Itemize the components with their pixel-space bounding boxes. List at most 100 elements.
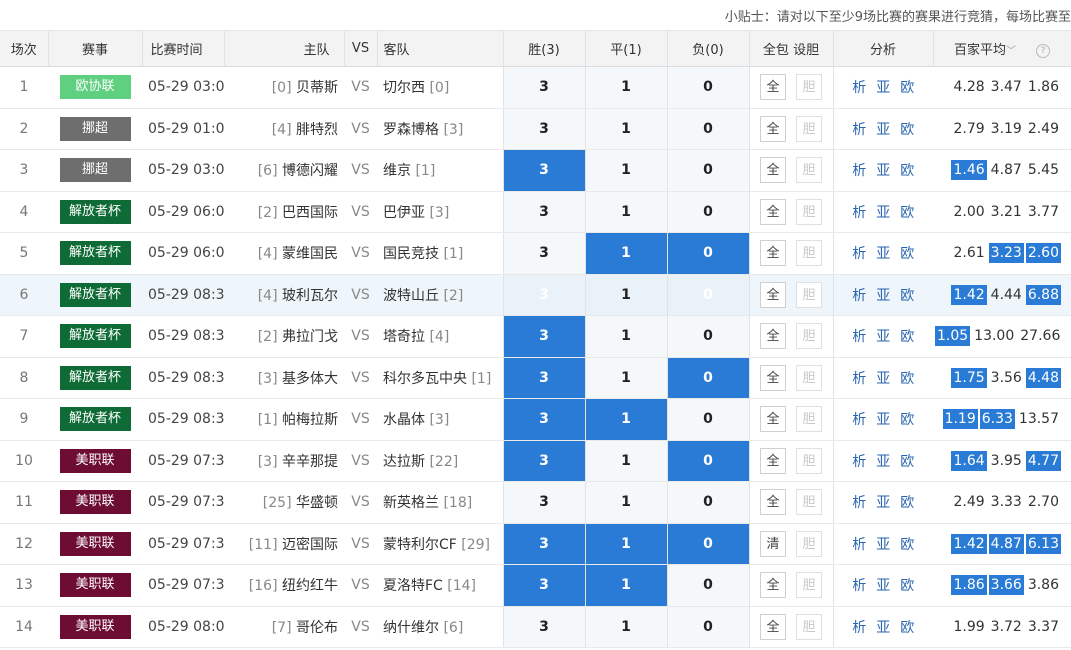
banker-button[interactable]: 胆: [796, 572, 822, 599]
asian-odds-link[interactable]: 亚: [876, 371, 890, 387]
draw-option[interactable]: 1: [584, 232, 667, 275]
win-option[interactable]: 3: [502, 481, 585, 524]
draw-option[interactable]: 1: [584, 274, 667, 316]
all-in-button[interactable]: 全: [760, 240, 786, 267]
asian-odds-link[interactable]: 亚: [876, 288, 890, 304]
away-team[interactable]: 塔奇拉: [383, 329, 425, 345]
win-option[interactable]: 3: [502, 232, 585, 275]
banker-button[interactable]: 胆: [796, 447, 822, 474]
euro-odds-link[interactable]: 欧: [900, 537, 914, 553]
home-team[interactable]: 迈密国际: [282, 537, 338, 553]
analysis-link[interactable]: 析: [852, 246, 866, 262]
win-option[interactable]: 3: [502, 564, 585, 607]
analysis-link[interactable]: 析: [852, 329, 866, 345]
win-option[interactable]: 3: [502, 149, 585, 192]
banker-button[interactable]: 胆: [796, 323, 822, 350]
home-team[interactable]: 帕梅拉斯: [282, 412, 338, 428]
euro-odds-link[interactable]: 欧: [900, 205, 914, 221]
all-in-button[interactable]: 全: [760, 572, 786, 599]
league-badge[interactable]: 解放者杯: [59, 241, 131, 266]
draw-option[interactable]: 1: [584, 315, 667, 358]
question-icon[interactable]: ?: [1036, 43, 1050, 58]
away-team[interactable]: 水晶体: [383, 412, 425, 428]
lose-option[interactable]: 0: [666, 66, 749, 109]
euro-odds-link[interactable]: 欧: [900, 371, 914, 387]
lose-option[interactable]: 0: [666, 481, 749, 524]
asian-odds-link[interactable]: 亚: [876, 205, 890, 221]
banker-button[interactable]: 胆: [796, 157, 822, 184]
lose-option[interactable]: 0: [666, 440, 749, 482]
asian-odds-link[interactable]: 亚: [876, 80, 890, 96]
asian-odds-link[interactable]: 亚: [876, 122, 890, 138]
analysis-link[interactable]: 析: [852, 537, 866, 553]
draw-option[interactable]: 1: [584, 108, 667, 150]
lose-option[interactable]: 0: [666, 357, 749, 399]
draw-option[interactable]: 1: [584, 606, 667, 648]
win-option[interactable]: 3: [502, 66, 585, 109]
banker-button[interactable]: 胆: [796, 489, 822, 516]
euro-odds-link[interactable]: 欧: [900, 122, 914, 138]
euro-odds-link[interactable]: 欧: [900, 80, 914, 96]
analysis-link[interactable]: 析: [852, 288, 866, 304]
home-team[interactable]: 纽约红牛: [282, 578, 338, 594]
away-team[interactable]: 维京: [383, 163, 411, 179]
all-in-button[interactable]: 全: [760, 281, 786, 308]
away-team[interactable]: 巴伊亚: [383, 205, 425, 221]
away-team[interactable]: 达拉斯: [383, 454, 425, 470]
euro-odds-link[interactable]: 欧: [900, 288, 914, 304]
header-odds[interactable]: 百家平均﹀?: [933, 30, 1071, 67]
all-in-button[interactable]: 全: [760, 364, 786, 391]
lose-option[interactable]: 0: [666, 274, 749, 316]
away-team[interactable]: 国民竞技: [383, 246, 439, 262]
away-team[interactable]: 纳什维尔: [383, 620, 439, 636]
lose-option[interactable]: 0: [666, 315, 749, 358]
analysis-link[interactable]: 析: [852, 495, 866, 511]
asian-odds-link[interactable]: 亚: [876, 495, 890, 511]
analysis-link[interactable]: 析: [852, 122, 866, 138]
euro-odds-link[interactable]: 欧: [900, 454, 914, 470]
draw-option[interactable]: 1: [584, 564, 667, 607]
league-badge[interactable]: 解放者杯: [59, 365, 131, 390]
analysis-link[interactable]: 析: [852, 578, 866, 594]
draw-option[interactable]: 1: [584, 523, 667, 565]
analysis-link[interactable]: 析: [852, 454, 866, 470]
all-in-button[interactable]: 全: [760, 323, 786, 350]
all-in-button[interactable]: 全: [760, 447, 786, 474]
league-badge[interactable]: 欧协联: [59, 75, 131, 100]
league-badge[interactable]: 解放者杯: [59, 282, 131, 307]
home-team[interactable]: 基多体大: [282, 371, 338, 387]
win-option[interactable]: 3: [502, 357, 585, 399]
banker-button[interactable]: 胆: [796, 613, 822, 640]
analysis-link[interactable]: 析: [852, 620, 866, 636]
league-badge[interactable]: 美职联: [59, 531, 131, 556]
asian-odds-link[interactable]: 亚: [876, 329, 890, 345]
home-team[interactable]: 蒙维国民: [282, 246, 338, 262]
all-in-button[interactable]: 全: [760, 489, 786, 516]
analysis-link[interactable]: 析: [852, 371, 866, 387]
home-team[interactable]: 弗拉门戈: [282, 329, 338, 345]
banker-button[interactable]: 胆: [796, 198, 822, 225]
banker-button[interactable]: 胆: [796, 406, 822, 433]
asian-odds-link[interactable]: 亚: [876, 163, 890, 179]
banker-button[interactable]: 胆: [796, 364, 822, 391]
home-team[interactable]: 华盛顿: [296, 495, 338, 511]
all-in-button[interactable]: 全: [760, 613, 786, 640]
win-option[interactable]: 3: [502, 274, 585, 316]
home-team[interactable]: 巴西国际: [282, 205, 338, 221]
away-team[interactable]: 切尔西: [383, 80, 425, 96]
lose-option[interactable]: 0: [666, 191, 749, 233]
draw-option[interactable]: 1: [584, 357, 667, 399]
away-team[interactable]: 夏洛特FC: [383, 578, 443, 594]
asian-odds-link[interactable]: 亚: [876, 620, 890, 636]
lose-option[interactable]: 0: [666, 564, 749, 607]
home-team[interactable]: 贝蒂斯: [296, 80, 338, 96]
all-in-button[interactable]: 全: [760, 74, 786, 101]
win-option[interactable]: 3: [502, 523, 585, 565]
draw-option[interactable]: 1: [584, 191, 667, 233]
euro-odds-link[interactable]: 欧: [900, 329, 914, 345]
euro-odds-link[interactable]: 欧: [900, 163, 914, 179]
euro-odds-link[interactable]: 欧: [900, 246, 914, 262]
home-team[interactable]: 博德闪耀: [282, 163, 338, 179]
banker-button[interactable]: 胆: [796, 74, 822, 101]
away-team[interactable]: 蒙特利尔CF: [383, 537, 457, 553]
